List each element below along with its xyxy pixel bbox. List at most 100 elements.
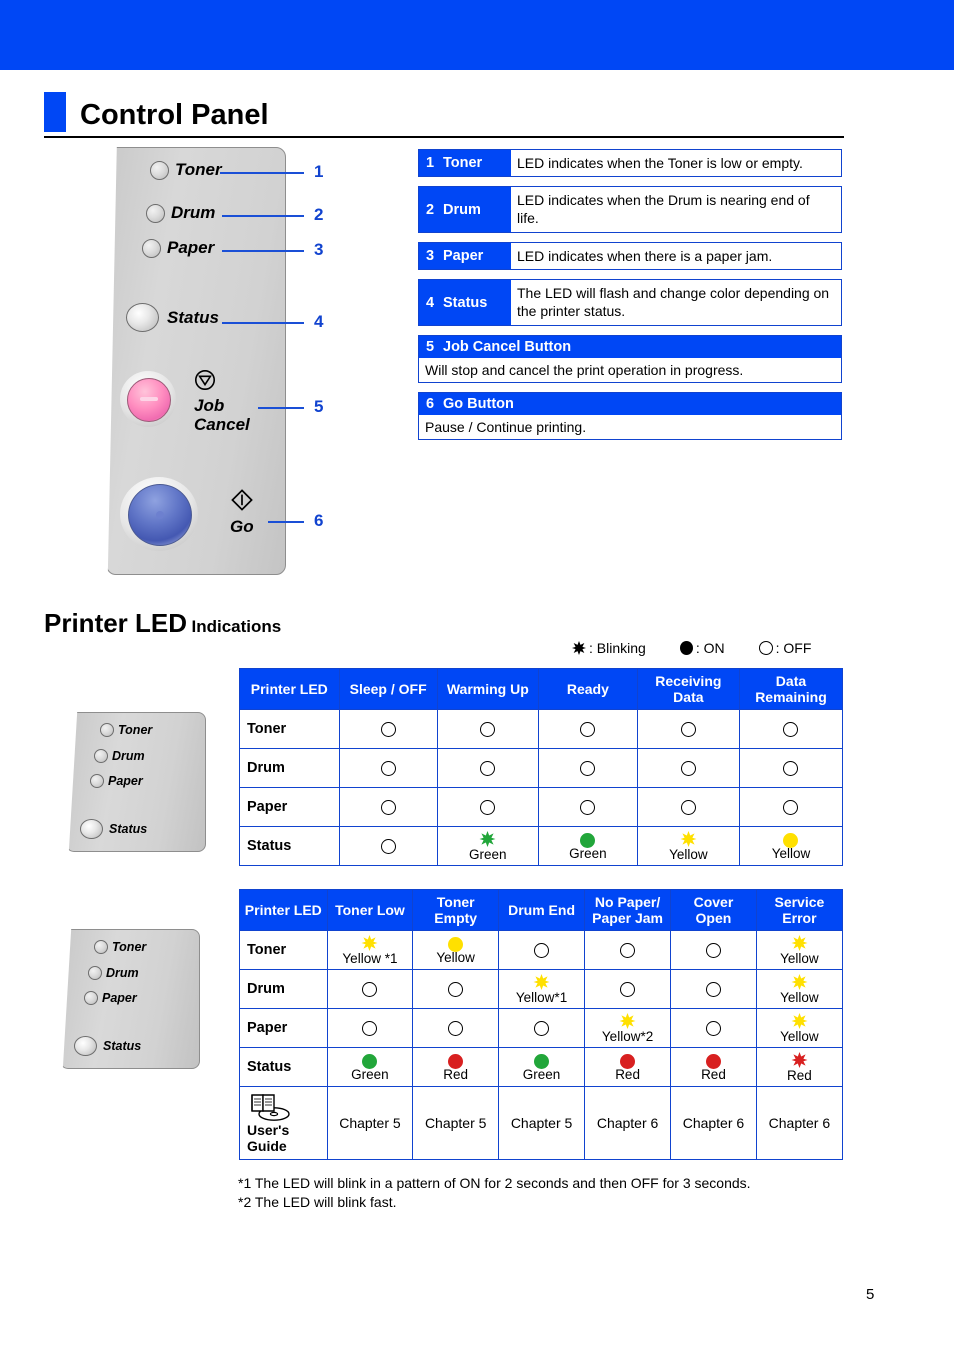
led-off-icon bbox=[580, 721, 596, 737]
description-num-1: 1 bbox=[426, 155, 435, 171]
led-state-caption: Red bbox=[615, 1066, 640, 1082]
led-state-cell bbox=[338, 748, 438, 788]
led-state-caption: Red bbox=[701, 1066, 726, 1082]
led-state-cell bbox=[338, 826, 438, 866]
row-header-drum: Drum bbox=[239, 748, 340, 788]
go-button-cap bbox=[128, 484, 192, 546]
led-state-caption: Yellow bbox=[436, 949, 475, 965]
job-cancel-button[interactable] bbox=[120, 371, 176, 427]
small2-paper-label: Paper bbox=[102, 991, 137, 1005]
callout-number-2: 2 bbox=[314, 205, 324, 224]
led-state-cell bbox=[670, 969, 757, 1009]
table1-col-0: Printer LED bbox=[239, 668, 340, 710]
small1-led-toner: Toner bbox=[100, 723, 152, 737]
printer-led-status-table: Printer LED Sleep / OFF Warming Up Ready… bbox=[239, 668, 844, 866]
chapter-reference-cell: Chapter 5 bbox=[412, 1086, 500, 1160]
led-state-caption: Green bbox=[351, 1066, 389, 1082]
users-guide-label-line1: User's bbox=[247, 1122, 290, 1138]
row-header-paper: Paper bbox=[239, 787, 340, 827]
description-keyname-3: Paper bbox=[443, 248, 484, 264]
footnote-2: *2 The LED will blink fast. bbox=[238, 1194, 397, 1210]
table-row: Paper bbox=[239, 787, 844, 827]
page-header-band bbox=[0, 0, 954, 70]
small1-drum-label: Drum bbox=[112, 749, 145, 763]
small1-toner-label: Toner bbox=[118, 723, 153, 737]
chapter-reference-cell: Chapter 6 bbox=[584, 1086, 672, 1160]
table1-col-4: Receiving Data bbox=[636, 668, 740, 710]
table-row: Toner Yellow *1 Yellow Yellow bbox=[239, 930, 844, 970]
callout-line-2 bbox=[222, 215, 304, 217]
led-state-cell: Yellow*1 bbox=[498, 969, 586, 1009]
table1-col-1: Sleep / OFF bbox=[338, 668, 438, 710]
small1-led-status: Status bbox=[80, 819, 147, 839]
led-state-cell: Green bbox=[436, 826, 539, 866]
blinking-star-icon bbox=[791, 974, 808, 990]
led-state-cell: Red bbox=[670, 1047, 757, 1087]
led-off-icon bbox=[448, 1020, 464, 1036]
row-header-toner: Toner bbox=[239, 930, 328, 970]
description-item-toner: 1 Toner LED indicates when the Toner is … bbox=[418, 149, 842, 177]
led-state-cell: Yellow bbox=[412, 930, 500, 970]
led-state-cell: Red bbox=[755, 1047, 844, 1087]
led-state-cell bbox=[338, 787, 438, 827]
drum-led-label: Drum bbox=[171, 203, 216, 222]
description-item-status: 4 Status The LED will flash and change c… bbox=[418, 279, 842, 326]
led-state-cell: Yellow bbox=[755, 969, 844, 1009]
led-off-icon bbox=[680, 760, 696, 776]
chapter-reference-cell: Chapter 5 bbox=[326, 1086, 414, 1160]
led-off-icon bbox=[783, 760, 799, 776]
led-off-icon bbox=[783, 721, 799, 737]
small2-led-status: Status bbox=[74, 1036, 141, 1056]
led-off-icon bbox=[783, 799, 799, 815]
toner-led-icon bbox=[100, 723, 114, 737]
led-state-cell: Green bbox=[537, 826, 638, 866]
callout-line-4 bbox=[222, 322, 304, 324]
blinking-star-icon bbox=[791, 1052, 808, 1068]
led-off-icon bbox=[534, 1020, 550, 1036]
table2-col-5: Cover Open bbox=[670, 889, 757, 931]
led-state-cell: Yellow *1 bbox=[326, 930, 414, 970]
panel-led-status: Status bbox=[126, 303, 219, 332]
users-guide-cell: User's Guide bbox=[239, 1086, 328, 1160]
row-header-status: Status bbox=[239, 826, 340, 866]
job-cancel-label-line1: Job bbox=[194, 396, 225, 415]
led-off-icon bbox=[705, 942, 721, 958]
small2-led-drum: Drum bbox=[88, 966, 139, 980]
led-state-caption: Yellow*1 bbox=[515, 990, 568, 1005]
led-state-cell: Green bbox=[498, 1047, 586, 1087]
users-guide-row: User's Guide Chapter 5 Chapter 5 Chapter 5 Ch… bbox=[239, 1086, 844, 1160]
led-state-cell bbox=[436, 709, 539, 749]
led-state-cell bbox=[412, 969, 500, 1009]
title-underline bbox=[44, 136, 844, 138]
status-led-icon bbox=[126, 303, 159, 332]
description-value-5: Will stop and cancel the print operation… bbox=[425, 362, 744, 378]
description-num-3: 3 bbox=[426, 248, 435, 264]
description-head-6: 6 Go Button bbox=[419, 393, 841, 415]
callout-number-4: 4 bbox=[314, 312, 324, 331]
blinking-star-icon bbox=[791, 1013, 808, 1029]
panel-led-drum: Drum bbox=[146, 203, 215, 223]
legend-blinking-label: : Blinking bbox=[589, 640, 646, 656]
led-off-icon bbox=[580, 760, 596, 776]
description-keyname-2: Drum bbox=[443, 201, 481, 218]
job-cancel-glyph-group: Job Cancel bbox=[194, 369, 286, 434]
table2-col-4: No Paper/ Paper Jam bbox=[584, 889, 672, 931]
led-heading-secondary: Indications bbox=[191, 617, 282, 636]
paper-led-icon bbox=[90, 774, 104, 788]
led-off-icon bbox=[380, 760, 396, 776]
table2-col-0: Printer LED bbox=[239, 889, 328, 931]
blinking-star-icon bbox=[572, 641, 586, 655]
description-item-paper: 3 Paper LED indicates when there is a pa… bbox=[418, 242, 842, 270]
drum-led-icon bbox=[94, 749, 108, 763]
led-state-caption: Yellow bbox=[780, 1029, 819, 1044]
led-off-icon bbox=[534, 942, 550, 958]
table1-col-5: Data Remaining bbox=[738, 668, 844, 710]
description-item-go: 6 Go Button Pause / Continue printing. bbox=[418, 392, 842, 440]
led-state-cell bbox=[738, 709, 844, 749]
blinking-star-icon bbox=[791, 935, 808, 951]
go-button[interactable] bbox=[120, 477, 198, 551]
job-cancel-button-cap bbox=[127, 378, 171, 422]
toner-led-label: Toner bbox=[175, 160, 222, 179]
description-value-1: LED indicates when the Toner is low or e… bbox=[517, 155, 803, 171]
paper-led-label: Paper bbox=[167, 238, 215, 257]
